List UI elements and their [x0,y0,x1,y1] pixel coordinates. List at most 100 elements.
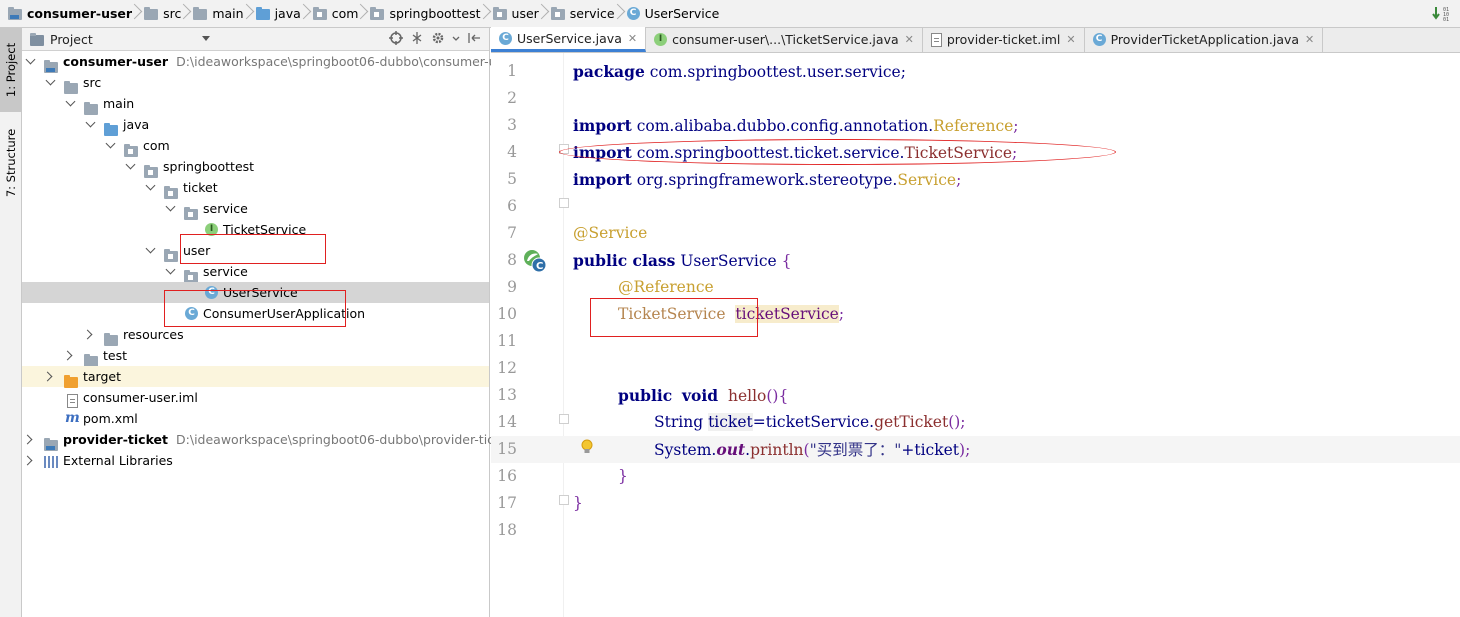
tree-item-src[interactable]: src [22,72,489,94]
code-line: 12 [497,359,517,377]
project-panel-header: Project [22,28,489,51]
tree-item-springboottest[interactable]: springboottest [22,156,489,178]
expand-arrow-icon[interactable] [65,96,76,107]
breadcrumb-item-main[interactable]: main [193,0,249,28]
close-icon[interactable]: ✕ [905,33,914,46]
fold-marker-icon[interactable] [559,414,569,424]
close-icon[interactable]: ✕ [1066,33,1075,46]
project-tree: consumer-user D:\ideaworkspace\springboot… [22,51,516,471]
project-panel-title[interactable]: Project [50,32,93,47]
expand-arrow-icon[interactable] [165,264,176,275]
tree-item-user-service[interactable]: service [22,261,489,283]
code-line: 16} [497,467,628,485]
chevron-down-icon[interactable] [202,36,210,41]
code-line: 17} [497,494,583,512]
package-icon [312,7,327,20]
spring-bean-icon[interactable]: C [523,249,549,275]
code-line: 8 public class UserService { [507,251,792,270]
package-icon [492,7,507,20]
source-folder-icon [255,7,270,20]
highlight-box-userservice [164,290,346,327]
tab-structure[interactable]: 7: Structure [0,118,22,208]
tree-item-consumer-user[interactable]: consumer-user D:\ideaworkspace\springboot… [22,51,516,73]
tree-item-ticket[interactable]: ticket [22,177,489,199]
expand-arrow-icon[interactable] [62,350,73,361]
expand-arrow-icon[interactable] [42,371,53,382]
tree-item-java[interactable]: java [22,114,489,136]
fold-marker-icon[interactable] [559,495,569,505]
breadcrumb-item-userservice[interactable]: C UserService [626,0,726,28]
expand-arrow-icon[interactable] [105,138,116,149]
code-line: 7 @Service [507,224,648,242]
class-icon: C [499,31,512,45]
expand-arrow-icon[interactable] [22,434,33,445]
tree-item-consumer-user-iml[interactable]: consumer-user.iml [22,387,489,408]
editor-tabs: C UserService.java ✕ Iconsumer-user\...\Ti… [491,27,1460,53]
breadcrumb-item-java[interactable]: java [255,0,307,28]
tab-project[interactable]: 1: Project [0,28,22,112]
code-line: 6 [507,197,517,215]
expand-arrow-icon[interactable] [145,243,156,254]
gear-icon[interactable] [431,31,445,45]
code-line: 9 @Reference [507,278,714,296]
code-line: 5 import org.springframework.stereotype.S… [507,170,962,189]
tree-item-external-libraries[interactable]: External Libraries [22,450,489,471]
maven-icon: m [65,410,80,426]
close-icon[interactable]: ✕ [1305,33,1314,46]
tree-item-resources[interactable]: resources [22,324,489,346]
code-line: 13 public void hello(){ [497,386,789,405]
breadcrumb: consumer-user src main java com springbo… [0,0,1460,28]
highlight-ellipse-reference-import [559,139,1116,165]
expand-arrow-icon[interactable] [22,455,33,466]
expand-arrow-icon[interactable] [85,117,96,128]
fold-marker-icon[interactable] [559,198,569,208]
class-icon: C [626,7,640,20]
chevron-down-icon[interactable] [452,31,460,45]
expand-arrow-icon[interactable] [125,159,136,170]
breadcrumb-item-src[interactable]: src [144,0,187,28]
breadcrumb-item-springboottest[interactable]: springboottest [370,0,486,28]
tree-item-pom-xml[interactable]: m pom.xml [22,408,489,429]
breadcrumb-item-module[interactable]: consumer-user [8,0,138,28]
lightbulb-icon[interactable] [580,438,594,456]
breadcrumb-item-user[interactable]: user [492,0,545,28]
folder-icon [144,7,159,20]
iml-file-icon [67,393,78,408]
spring-boot-class-icon: C [1092,33,1106,46]
highlight-box-ticketservice [180,234,326,264]
ide-window: consumer-user src main java com springbo… [0,0,1460,617]
locate-icon[interactable] [389,31,403,45]
highlight-box-reference-annotation [590,298,758,337]
code-line: 1 package com.springboottest.user.service… [507,62,906,81]
interface-icon: I [654,33,668,46]
tree-item-ticket-service[interactable]: service [22,198,489,220]
code-line: 14 String ticket=ticketService.getTicket(… [497,413,966,431]
tree-item-test[interactable]: test [22,345,489,367]
tree-item-provider-ticket[interactable]: provider-ticket D:\ideaworkspace\springbo… [22,429,513,451]
tab-providerticketapplication-java[interactable]: C ProviderTicketApplication.java ✕ [1085,27,1324,52]
breadcrumb-item-service[interactable]: service [550,0,621,28]
close-icon[interactable]: ✕ [628,32,637,45]
code-line-current: 15 System.out.println("买到票了："+ticket); [491,436,1460,463]
expand-arrow-icon[interactable] [82,329,93,340]
expand-arrow-icon[interactable] [145,180,156,191]
hide-panel-icon[interactable] [467,31,481,45]
libraries-icon [44,456,58,468]
tree-item-target[interactable]: target [22,366,489,388]
tab-provider-ticket-iml[interactable]: provider-ticket.iml ✕ [923,27,1085,52]
collapse-all-icon[interactable] [410,31,424,45]
tree-item-main[interactable]: main [22,93,489,115]
expand-arrow-icon[interactable] [45,75,56,86]
left-tool-stripe: 1: Project 7: Structure [0,28,22,617]
tree-item-com[interactable]: com [22,135,489,157]
expand-arrow-icon[interactable] [165,201,176,212]
expand-arrow-icon[interactable] [25,54,36,65]
code-line: 18 [497,521,517,539]
tab-ticketservice-java[interactable]: Iconsumer-user\...\TicketService.java ✕ [646,27,923,52]
package-icon [550,7,565,20]
code-line: 2 [507,89,517,107]
breadcrumb-item-com[interactable]: com [312,0,365,28]
tab-userservice-java[interactable]: C UserService.java ✕ [491,27,647,52]
build-sync-icon[interactable]: 01 10 01 [1432,4,1454,24]
project-icon [30,32,44,46]
